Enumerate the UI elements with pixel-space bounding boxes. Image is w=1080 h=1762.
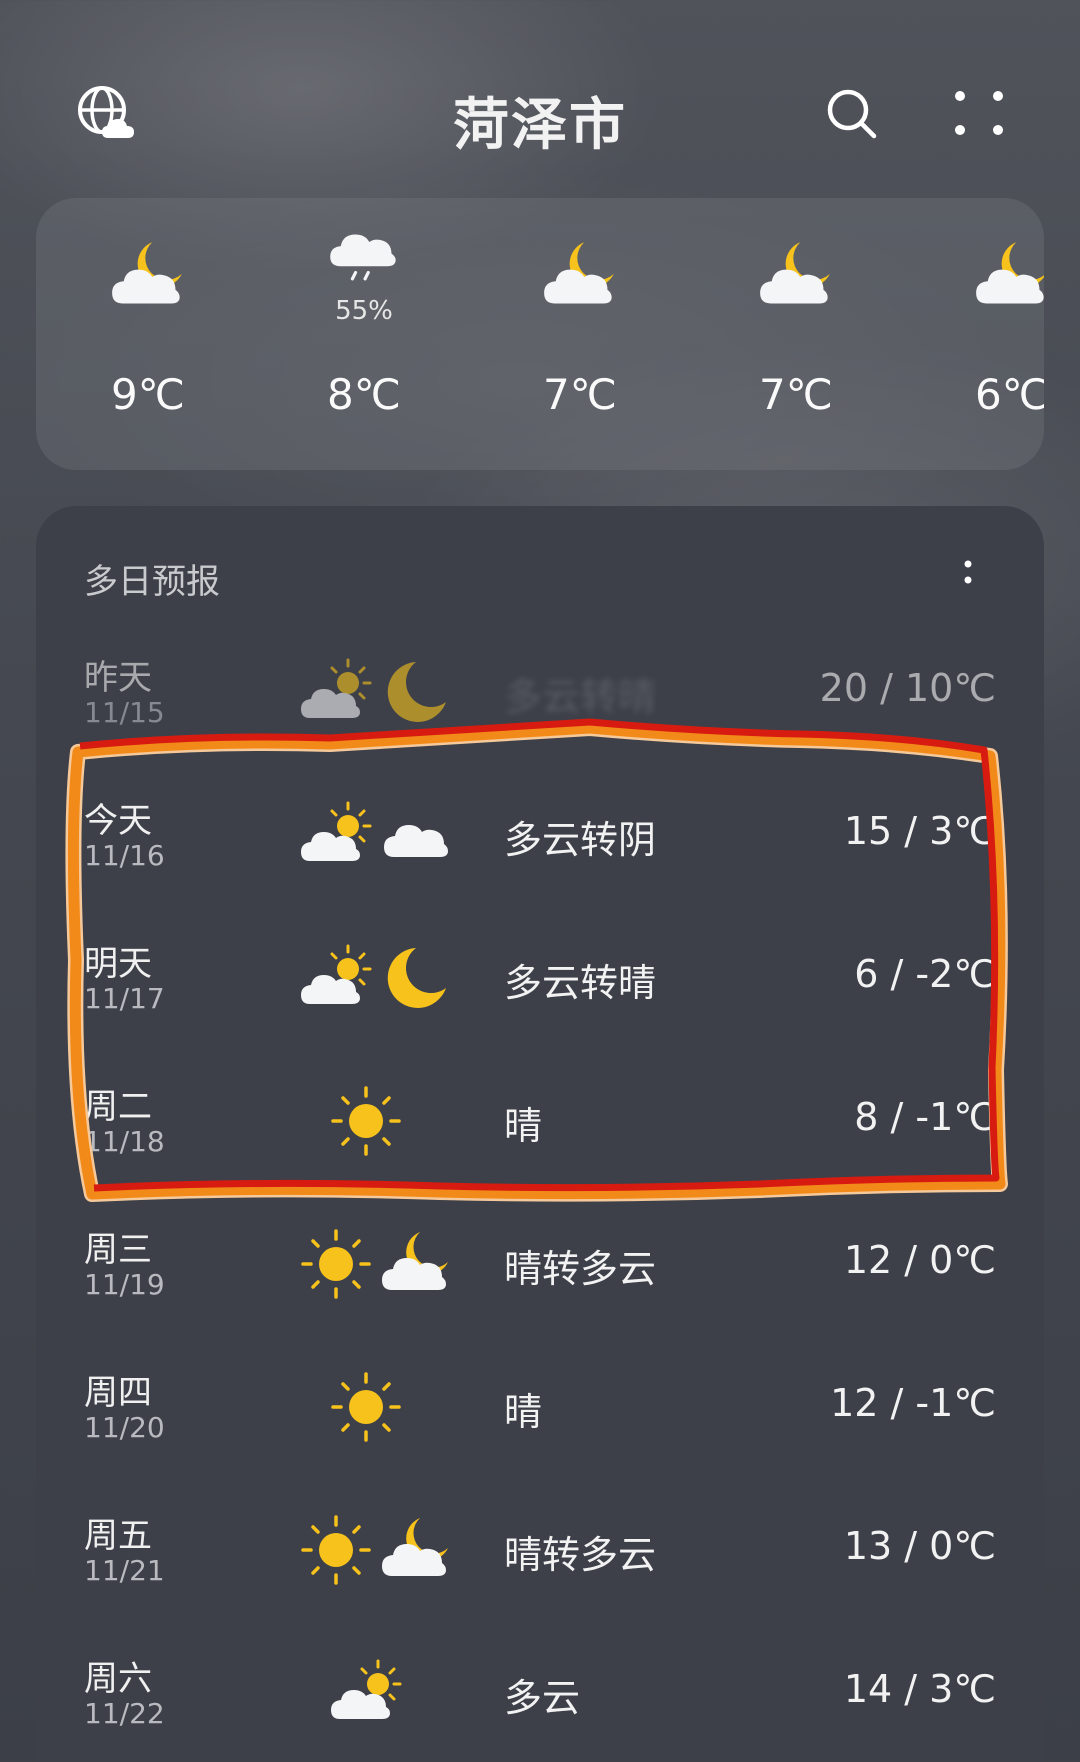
day-condition: 多云转阴 [504, 818, 657, 862]
day-date: 11/18 [84, 1125, 165, 1158]
hourly-temp: 8℃ [327, 370, 401, 419]
day-condition: 晴转多云 [504, 1247, 657, 1291]
day-temp-range: 12 / 0℃ [843, 1238, 996, 1282]
moon-cloud-icon [380, 1514, 452, 1586]
moon-icon [380, 942, 452, 1014]
top-bar: 菏泽市 [0, 0, 1080, 200]
daily-row-thursday[interactable]: 周四 11/20 晴 12 / -1℃ [36, 1355, 1044, 1485]
day-date: 11/16 [84, 839, 165, 872]
day-temp-range: 13 / 0℃ [843, 1524, 996, 1568]
partly-cloudy-icon [330, 1657, 402, 1729]
daily-row-tuesday[interactable]: 周二 11/18 晴 8 / -1℃ [36, 1069, 1044, 1199]
hourly-temp: 9℃ [111, 370, 185, 419]
day-temp-range: 6 / -2℃ [854, 952, 996, 996]
day-temp-range: 8 / -1℃ [854, 1095, 996, 1139]
day-temp-range: 15 / 3℃ [843, 809, 996, 853]
sun-icon [330, 1085, 402, 1157]
search-icon[interactable] [824, 86, 880, 142]
hourly-item: 7℃ [500, 198, 660, 470]
daily-row-yesterday[interactable]: 昨天 11/15 多云转晴 20 / 10℃ [36, 640, 1044, 770]
day-date: 11/17 [84, 982, 165, 1015]
day-condition: 晴转多云 [504, 1533, 657, 1577]
day-condition: 多云 [504, 1676, 581, 1720]
day-temp-range: 20 / 10℃ [819, 666, 996, 710]
daily-forecast-card: 多日预报 昨天 11/15 多云转晴 20 / 10℃ 今天 11/16 多云转… [36, 506, 1044, 1762]
day-name: 周四 [84, 1373, 152, 1413]
vertical-dots-icon[interactable] [956, 554, 980, 594]
day-name: 周五 [84, 1516, 152, 1556]
day-date: 11/15 [84, 696, 165, 729]
day-temp-range: 14 / 3℃ [843, 1667, 996, 1711]
day-condition: 晴 [504, 1104, 543, 1148]
hourly-item: 9℃ [68, 198, 228, 470]
hourly-item: 6℃ [932, 198, 1044, 470]
day-name: 周二 [84, 1087, 152, 1127]
hourly-item: 7℃ [716, 198, 876, 470]
moon-cloud-icon [758, 238, 834, 314]
partly-cloudy-icon [300, 656, 372, 728]
city-title: 菏泽市 [453, 93, 627, 158]
daily-row-tomorrow[interactable]: 明天 11/17 多云转晴 6 / -2℃ [36, 926, 1044, 1056]
day-name: 周三 [84, 1230, 152, 1270]
hourly-temp: 6℃ [975, 370, 1044, 419]
day-temp-range: 12 / -1℃ [830, 1381, 996, 1425]
moon-cloud-icon [380, 1228, 452, 1300]
moon-icon [380, 656, 452, 728]
rain-cloud-icon [326, 224, 402, 300]
partly-cloudy-icon [300, 799, 372, 871]
moon-cloud-icon [542, 238, 618, 314]
partly-cloudy-icon [300, 942, 372, 1014]
daily-row-saturday[interactable]: 周六 11/22 多云 14 / 3℃ [36, 1641, 1044, 1762]
day-name: 昨天 [84, 658, 152, 698]
day-date: 11/19 [84, 1268, 165, 1301]
more-dots-icon[interactable] [950, 86, 1010, 142]
sun-icon [300, 1228, 372, 1300]
day-name: 今天 [84, 801, 152, 841]
daily-row-friday[interactable]: 周五 11/21 晴转多云 13 / 0℃ [36, 1498, 1044, 1628]
daily-forecast-title: 多日预报 [84, 562, 220, 602]
day-date: 11/22 [84, 1697, 165, 1730]
day-name: 周六 [84, 1659, 152, 1699]
daily-row-today[interactable]: 今天 11/16 多云转阴 15 / 3℃ [36, 783, 1044, 913]
hourly-temp: 7℃ [543, 370, 617, 419]
day-date: 11/20 [84, 1411, 165, 1444]
day-condition: 晴 [504, 1390, 543, 1434]
hourly-precip: 55% [335, 296, 393, 326]
sun-icon [330, 1371, 402, 1443]
sun-icon [300, 1514, 372, 1586]
day-name: 明天 [84, 944, 152, 984]
day-condition: 多云转晴 [504, 675, 657, 719]
hourly-forecast-card[interactable]: 9℃ 55% 8℃ 7℃ 7℃ 6℃ [36, 198, 1044, 470]
day-date: 11/21 [84, 1554, 165, 1587]
moon-cloud-icon [974, 238, 1044, 314]
moon-cloud-icon [110, 238, 186, 314]
hourly-item: 55% 8℃ [284, 198, 444, 470]
day-condition: 多云转晴 [504, 961, 657, 1005]
daily-row-wednesday[interactable]: 周三 11/19 晴转多云 12 / 0℃ [36, 1212, 1044, 1342]
hourly-temp: 7℃ [759, 370, 833, 419]
cloud-icon [380, 799, 452, 871]
